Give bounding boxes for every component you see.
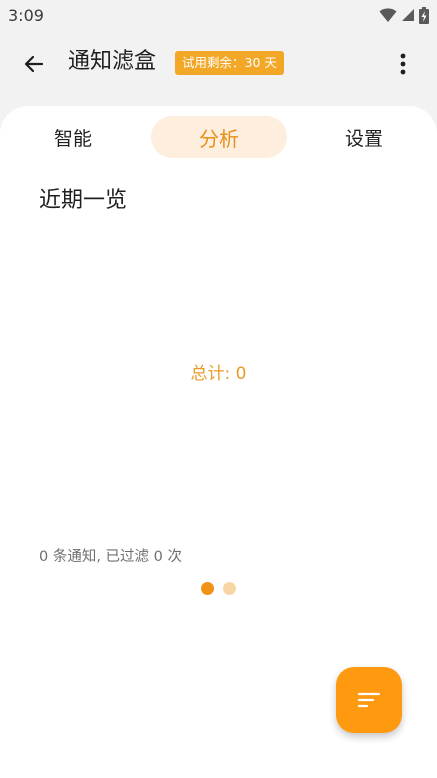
status-time: 3:09 xyxy=(8,5,44,25)
cell-signal-icon xyxy=(402,9,414,21)
total-count: 总计: 0 xyxy=(190,364,247,384)
tab-settings[interactable]: 设置 xyxy=(296,116,432,158)
tab-analysis[interactable]: 分析 xyxy=(151,116,287,158)
status-icons xyxy=(379,6,429,24)
app-bar: 通知滤盒 试用剩余：30 天 xyxy=(0,30,437,96)
tab-smart[interactable]: 智能 xyxy=(5,116,141,158)
app-title: 通知滤盒 xyxy=(68,49,157,74)
arrow-left-icon xyxy=(24,55,44,73)
content-sheet: 智能 分析 设置 近期一览 总计: 0 0 条通知, 已过滤 0 次 xyxy=(0,106,437,778)
back-button[interactable] xyxy=(18,48,50,80)
page-dot-2[interactable] xyxy=(223,582,236,595)
more-options-button[interactable] xyxy=(389,48,417,80)
status-bar: 3:09 xyxy=(0,0,437,30)
page-dot-1[interactable] xyxy=(201,582,214,595)
page-indicator xyxy=(0,582,437,595)
trial-badge: 试用剩余：30 天 xyxy=(175,51,284,75)
notification-summary: 0 条通知, 已过滤 0 次 xyxy=(39,549,182,565)
wifi-icon xyxy=(379,8,397,22)
sort-icon xyxy=(357,692,381,708)
battery-charging-icon xyxy=(419,6,429,24)
more-vert-icon xyxy=(400,53,406,75)
overview-title: 近期一览 xyxy=(39,188,128,213)
sort-fab-button[interactable] xyxy=(336,667,402,733)
